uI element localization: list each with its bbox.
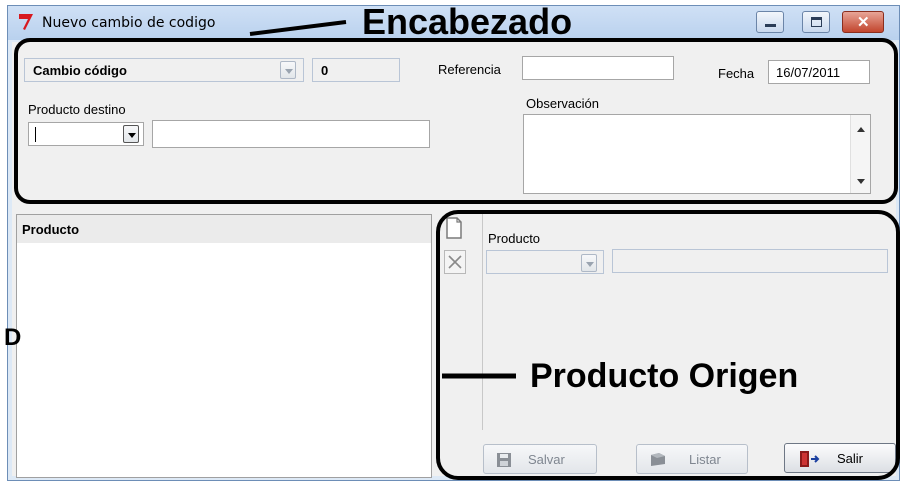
producto-origen-pointer-line — [442, 373, 516, 379]
minimize-icon — [765, 24, 776, 27]
encabezado-pointer-line — [249, 20, 347, 36]
maximize-icon — [811, 17, 822, 27]
close-icon: ✕ — [857, 14, 870, 31]
list-header-producto: Producto — [22, 222, 80, 237]
producto-origen-annotation-oval — [436, 210, 900, 480]
maximize-button[interactable] — [802, 11, 830, 33]
encabezado-annotation-label: Encabezado — [362, 1, 573, 42]
producto-list[interactable]: Producto — [16, 214, 432, 478]
encabezado-annotation-oval — [14, 38, 898, 204]
window-title: Nuevo cambio de codigo — [42, 15, 216, 31]
detalle-annotation-label: D — [4, 324, 22, 351]
app-logo-icon — [19, 14, 33, 30]
close-button[interactable]: ✕ — [842, 11, 884, 33]
producto-origen-annotation-label: Producto Origen — [530, 357, 799, 395]
minimize-button[interactable] — [756, 11, 784, 33]
list-header: Producto — [17, 215, 431, 243]
